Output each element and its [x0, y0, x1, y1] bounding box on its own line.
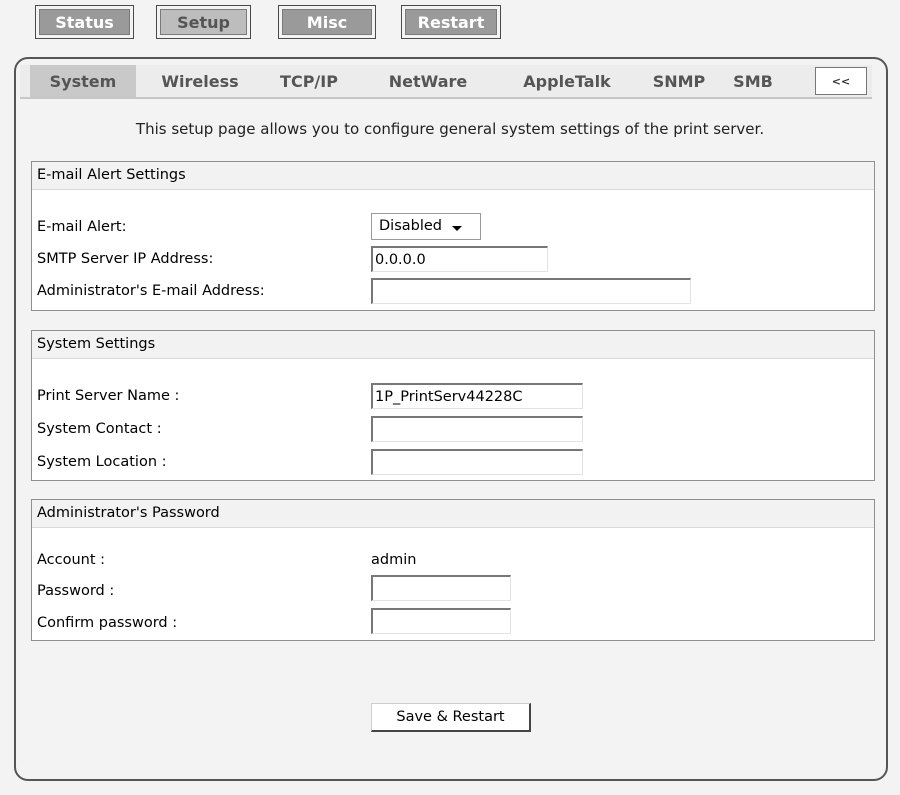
system-location-input[interactable]: [371, 449, 583, 475]
system-settings-section-header: System Settings: [32, 331, 874, 359]
tab-system[interactable]: System: [30, 65, 136, 97]
setup-button[interactable]: Setup: [156, 5, 251, 39]
system-contact-input[interactable]: [371, 416, 583, 442]
tab-tcpip[interactable]: TCP/IP: [266, 65, 352, 97]
email-alert-select[interactable]: Disabled: [371, 213, 481, 240]
account-label: Account :: [37, 552, 106, 568]
system-contact-label: System Contact :: [37, 421, 162, 437]
tab-smb[interactable]: SMB: [724, 65, 782, 97]
email-alert-section: E-mail Alert Settings E-mail Alert: Disa…: [31, 161, 875, 311]
tab-scroll-back-button[interactable]: <<: [815, 67, 867, 95]
smtp-server-label: SMTP Server IP Address:: [37, 251, 214, 267]
page-description: This setup page allows you to configure …: [135, 120, 765, 138]
status-button[interactable]: Status: [35, 5, 134, 39]
password-input[interactable]: [371, 575, 511, 601]
email-alert-section-header: E-mail Alert Settings: [32, 162, 874, 190]
admin-password-section: Administrator's Password Account : admin…: [31, 499, 875, 641]
misc-button[interactable]: Misc: [278, 5, 376, 39]
email-alert-select-value: Disabled: [379, 218, 442, 234]
tab-netware[interactable]: NetWare: [378, 65, 478, 97]
email-alert-label: E-mail Alert:: [37, 219, 127, 235]
restart-button[interactable]: Restart: [401, 5, 501, 39]
print-server-name-input[interactable]: [371, 383, 583, 409]
print-server-name-label: Print Server Name :: [37, 388, 180, 404]
setup-button-label: Setup: [160, 9, 247, 35]
tab-snmp[interactable]: SNMP: [645, 65, 713, 97]
system-location-label: System Location :: [37, 454, 167, 470]
tab-wireless[interactable]: Wireless: [148, 65, 252, 97]
admin-email-input[interactable]: [371, 278, 691, 304]
tab-bar: System Wireless TCP/IP NetWare AppleTalk…: [20, 65, 872, 99]
system-settings-section: System Settings Print Server Name : Syst…: [31, 330, 875, 481]
status-button-label: Status: [39, 9, 130, 35]
misc-button-label: Misc: [282, 9, 372, 35]
dropdown-arrow-icon: [452, 226, 462, 231]
save-restart-button[interactable]: Save & Restart: [371, 703, 531, 732]
confirm-password-label: Confirm password :: [37, 615, 178, 631]
smtp-server-input[interactable]: [371, 246, 548, 272]
account-value: admin: [371, 552, 417, 568]
tab-appletalk[interactable]: AppleTalk: [510, 65, 624, 97]
admin-email-label: Administrator's E-mail Address:: [37, 283, 265, 299]
admin-password-section-header: Administrator's Password: [32, 500, 874, 528]
password-label: Password :: [37, 583, 115, 599]
confirm-password-input[interactable]: [371, 608, 511, 634]
restart-button-label: Restart: [405, 9, 497, 35]
